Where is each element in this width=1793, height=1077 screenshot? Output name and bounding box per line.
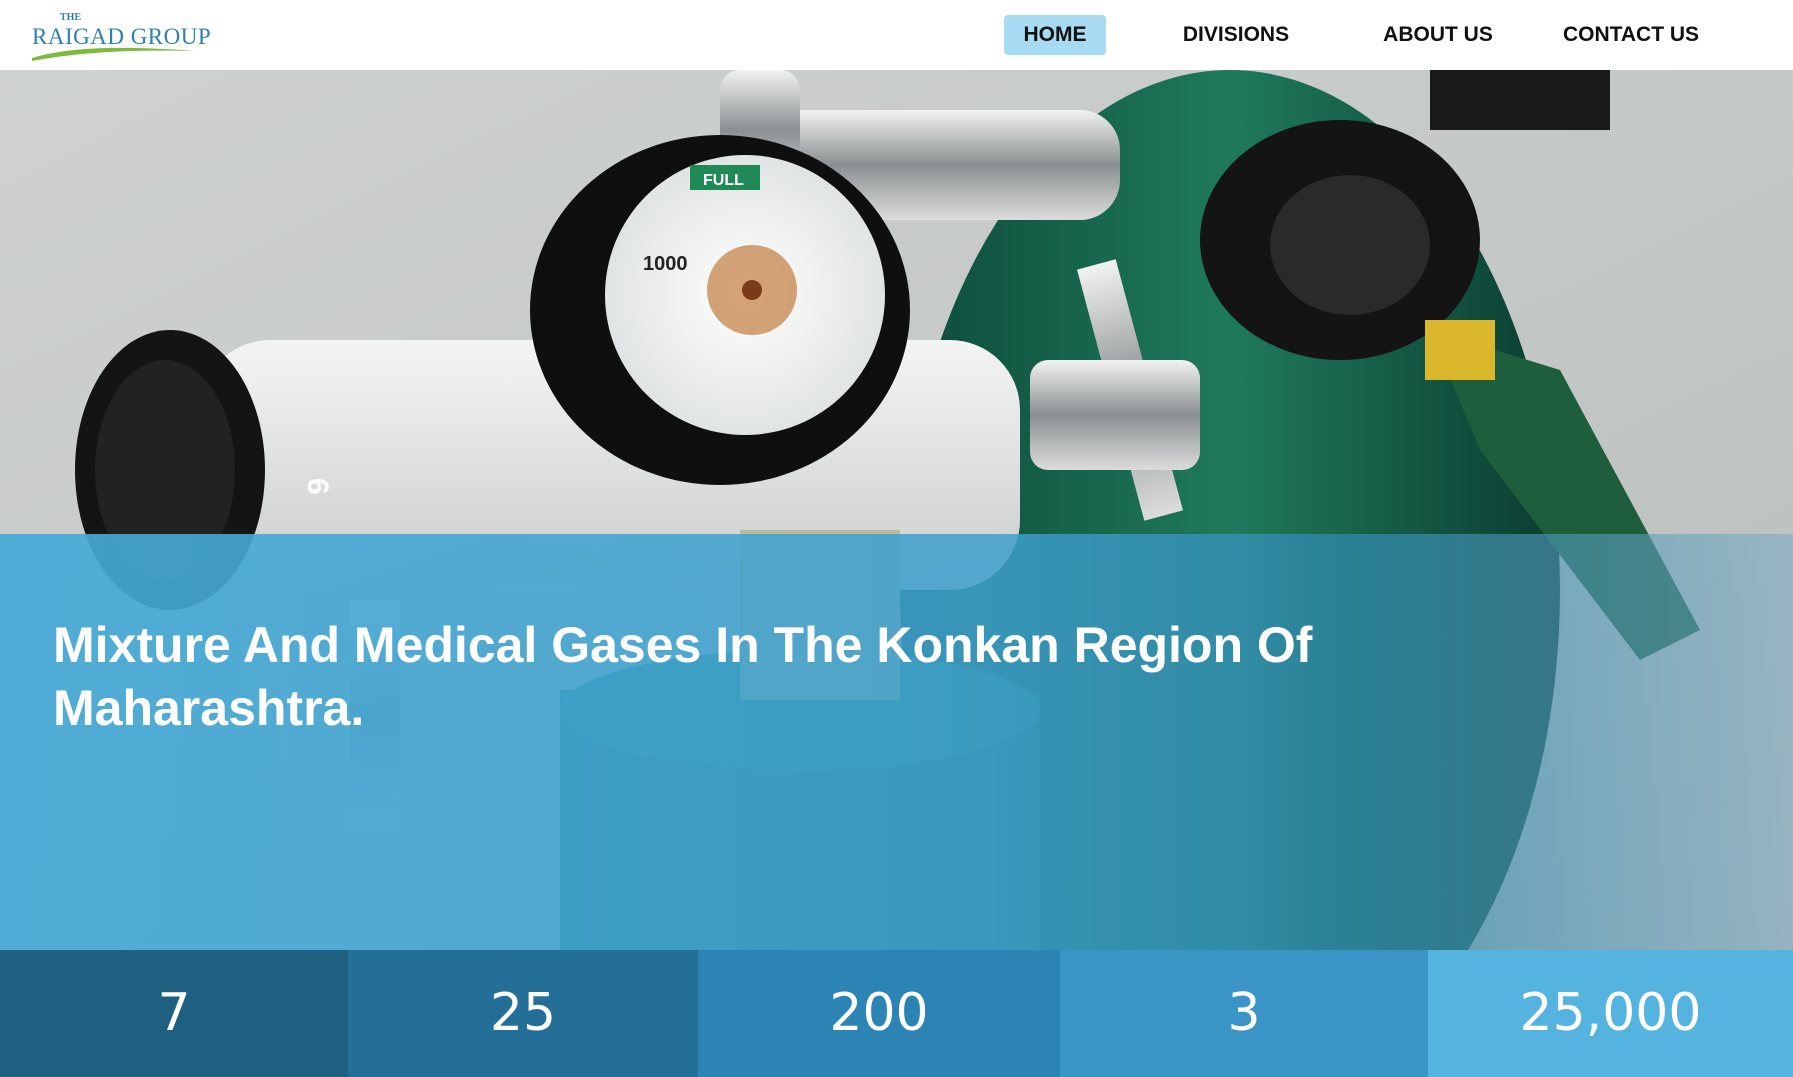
stats-bar: 7 25 200 3 25,000 <box>0 950 1793 1077</box>
nav-home[interactable]: HOME <box>1004 15 1106 55</box>
stat-item: 200 <box>698 950 1060 1077</box>
stat-item: 7 <box>0 950 348 1077</box>
stat-item: 25 <box>348 950 698 1077</box>
stat-item: 25,000 <box>1428 950 1793 1077</box>
nav-contact-us[interactable]: CONTACT US <box>1556 15 1706 55</box>
svg-text:6: 6 <box>301 478 334 495</box>
nav-about-us[interactable]: ABOUT US <box>1378 15 1498 55</box>
gauge-full-label: FULL <box>703 172 744 189</box>
main-nav: HOME DIVISIONS ABOUT US CONTACT US <box>0 15 1793 55</box>
gauge-number: 1000 <box>643 253 688 275</box>
hero-headline: Mixture And Medical Gases In The Konkan … <box>53 617 1313 736</box>
hero-banner: 6 FULL 1000 <box>0 70 1793 950</box>
hero-overlay <box>0 534 1793 950</box>
stat-item: 3 <box>1060 950 1428 1077</box>
site-header: THE RAIGAD GROUP HOME DIVISIONS ABOUT US… <box>0 0 1793 70</box>
nav-divisions[interactable]: DIVISIONS <box>1166 15 1306 55</box>
